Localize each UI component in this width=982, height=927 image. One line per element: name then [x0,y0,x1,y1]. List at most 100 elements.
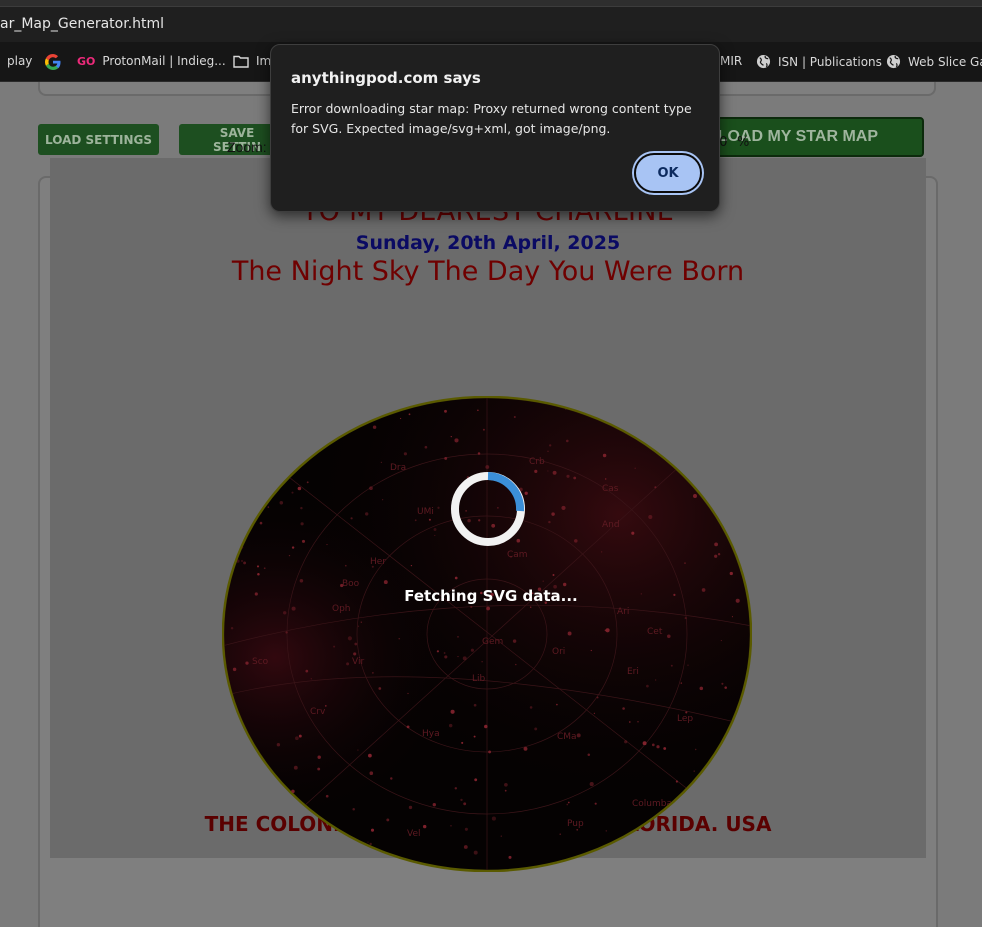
bookmark-google[interactable] [45,54,61,70]
bookmark-folder-im[interactable]: Im [233,54,271,68]
star [652,853,657,857]
star [282,611,287,615]
star [369,842,372,846]
star [703,796,707,800]
google-icon [45,54,61,70]
star [350,517,353,520]
star [680,682,683,684]
star [515,663,517,666]
bookmark-web-slice-gallery[interactable]: Web Slice Gall [886,54,982,69]
bookmark-label: Im [256,54,272,68]
star [403,452,407,456]
star [680,464,682,466]
bookmark-mir[interactable]: MIR [720,54,742,68]
star [714,554,718,558]
star [567,801,570,804]
star [508,855,512,859]
svg-text:Her: Her [370,557,386,567]
star [659,839,662,843]
star [717,553,721,556]
star [457,636,459,638]
protonmail-go-icon: GO [77,54,96,68]
star [631,531,635,535]
star [433,528,437,531]
svg-text:Crb: Crb [529,457,545,467]
star [722,768,727,773]
star [473,850,478,855]
tab-bar: ar_Map_Generator.html [0,7,982,42]
star [547,470,549,472]
star [460,798,463,802]
star [655,679,657,681]
star [548,520,551,524]
star [381,860,383,862]
star [437,506,440,509]
star [473,735,476,738]
star [470,648,474,652]
star [715,405,718,408]
star [624,740,628,744]
star [369,486,373,491]
star [272,470,275,473]
star [317,755,321,759]
star [589,782,594,787]
star [566,439,569,443]
star-map-circle: DraCrbCas AndCamUMi BooOph Ari CetOriGem … [222,396,752,872]
star [694,748,697,751]
star [230,626,234,630]
star [682,425,686,430]
star [477,409,479,412]
poster-subtitle: The Night Sky The Day You Were Born [231,256,745,287]
star [347,636,352,641]
star [407,692,409,695]
star [482,428,485,431]
star [663,747,667,750]
star [317,854,321,857]
tab-title[interactable]: ar_Map_Generator.html [0,16,164,32]
star [319,426,324,431]
star [687,664,689,666]
star [726,441,730,446]
star [270,455,272,457]
svg-text:Ari: Ari [617,607,629,617]
svg-text:Lep: Lep [677,714,693,724]
svg-text:Vir: Vir [352,657,364,667]
star [699,686,704,691]
star [667,634,671,639]
star [297,486,302,491]
star [729,853,732,856]
star [529,706,533,709]
star [298,734,302,738]
star [436,650,439,653]
star [488,750,492,754]
poster-date: Sunday, 20th April, 2025 [355,232,621,254]
star [352,807,355,811]
star [637,721,639,723]
star [572,406,575,409]
star [434,534,436,536]
bookmark-protonmail[interactable]: GO ProtonMail | Indieg... [77,54,226,68]
dialog-ok-button[interactable]: OK [634,153,702,193]
star [382,499,384,501]
star [368,753,372,758]
load-settings-button[interactable]: LOAD SETTINGS [38,124,159,155]
star [474,778,478,782]
bookmark-isn-publications[interactable]: ISN | Publications [756,54,882,69]
star [648,514,653,520]
star [714,542,719,547]
loading-text: Fetching SVG data... [404,587,578,605]
bookmark-label: ProtonMail | Indieg... [102,54,226,68]
star [513,415,516,419]
star [243,561,247,565]
bookmark-play[interactable]: play [7,54,32,68]
star [300,506,303,510]
star [664,419,666,421]
star [310,678,312,680]
zoom-label: Zoom: [227,139,267,155]
svg-text:Oph: Oph [332,604,351,614]
star [576,733,581,738]
star [730,407,732,409]
star [315,405,320,410]
star [386,818,390,822]
folder-icon [233,55,249,68]
